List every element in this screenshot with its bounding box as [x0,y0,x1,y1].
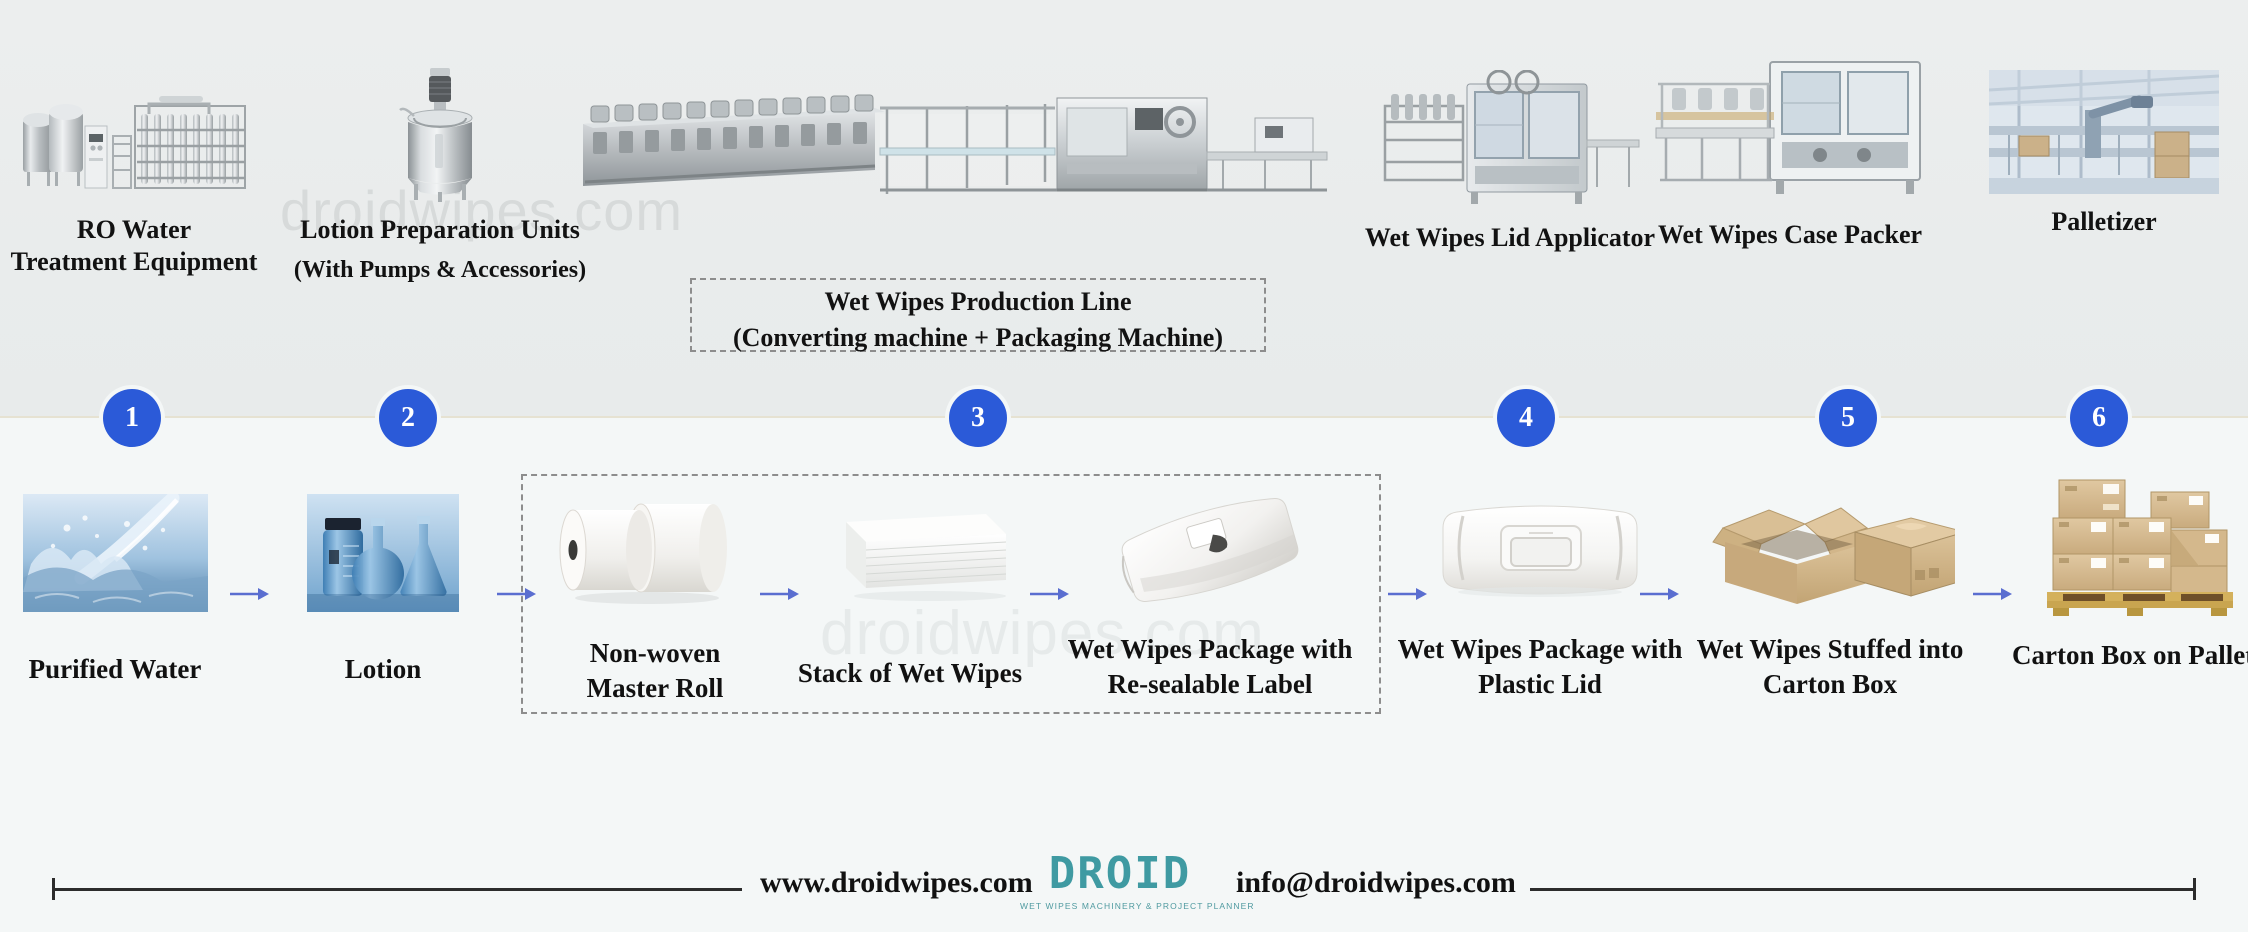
machine-cell-3 [560,78,1380,238]
nonwoven-master-roll-image [555,484,755,614]
product-cell-stack-of-wet-wipes: Stack of Wet Wipes [795,508,1025,691]
product-label-8: Carton Box on Pallet [2012,640,2248,670]
machine-cell-4: Wet Wipes Lid Applicator [1360,70,1660,254]
wet-wipes-production-line-image [575,78,1365,238]
product-label-7-line2: Carton Box [1762,668,1898,699]
wet-wipes-lid-applicator-image [1375,70,1645,210]
step-circle-1[interactable]: 1 [103,389,161,447]
footer: www.droidwipes.com DROID WET WIPES MACHI… [0,846,2248,932]
flow-arrow-1 [230,586,270,602]
machine-label-3-line2: (Converting machine + Packaging Machine) [732,323,1223,353]
product-label-6-line2: Plastic Lid [1478,668,1602,699]
machine-label-1-line1: RO Water [76,215,192,244]
product-label-7-line1: Wet Wipes Stuffed into [1696,634,1964,664]
ro-water-treatment-equipment-image [9,84,259,200]
wet-wipes-package-plastic-lid-image [1435,484,1645,616]
step-number-5: 5 [1841,402,1855,433]
droid-logo: DROID WET WIPES MACHINERY & PROJECT PLAN… [1020,848,1255,912]
step-number-4: 4 [1519,402,1533,433]
flow-arrow-4 [1030,586,1070,602]
footer-rule-right [1530,888,2196,891]
footer-rule-right-cap [2193,878,2196,900]
machine-cell-1: RO Water Treatment Equipment [0,84,268,278]
droid-logo-tagline: WET WIPES MACHINERY & PROJECT PLANNER [1020,901,1255,911]
product-label-3-line2: Master Roll [586,672,724,703]
step-circle-3[interactable]: 3 [949,389,1007,447]
step-number-2: 2 [401,402,415,433]
product-label-5-line2: Re-sealable Label [1107,668,1313,699]
product-label-2: Lotion [344,654,422,684]
palletizer-image [1989,70,2219,194]
wet-wipes-package-resealable-label-image [1105,484,1315,616]
step-circle-4[interactable]: 4 [1497,389,1555,447]
product-label-3-line1: Non-woven [589,638,721,668]
machine-cell-6: Palletizer [1960,70,2248,238]
machine-label-4-line1: Wet Wipes Lid Applicator [1364,223,1656,252]
product-cell-nonwoven-master-roll: Non-woven Master Roll [545,484,765,705]
footer-website[interactable]: www.droidwipes.com [760,866,1033,900]
product-label-1: Purified Water [28,654,202,684]
machine-label-2-line2: (With Pumps & Accessories) [293,257,587,284]
product-cell-carton-on-pallet: Carton Box on Pallet [2012,474,2248,673]
carton-box-on-pallet-image [2023,474,2238,624]
product-label-5-line1: Wet Wipes Package with [1067,634,1353,664]
product-cell-lotion: Lotion [278,494,488,687]
footer-rule-left [52,888,742,891]
lotion-preparation-tank-image [380,62,500,202]
step-number-6: 6 [2092,402,2106,433]
product-cell-package-resealable-label: Wet Wipes Package with Re-sealable Label [1060,484,1360,701]
product-cell-carton-box: Wet Wipes Stuffed into Carton Box [1680,484,1980,701]
step-circle-6[interactable]: 6 [2070,389,2128,447]
machine-label-1-line2: Treatment Equipment [10,247,258,277]
machine-label-3-line1: Wet Wipes Production Line [824,287,1132,316]
step-circle-2[interactable]: 2 [379,389,437,447]
lotion-bottles-image [307,494,459,612]
wet-wipes-carton-box-image [1705,484,1955,616]
step-circle-5[interactable]: 5 [1819,389,1877,447]
machine-label-3: Wet Wipes Production Line (Converting ma… [690,286,1266,354]
flow-arrow-2 [497,586,537,602]
flow-arrow-5 [1388,586,1428,602]
droid-logo-wordmark: DROID [1048,848,1192,899]
flow-arrow-3 [760,586,800,602]
machines-band: droidwipes.com RO Water Treatment Equipm… [0,0,2248,418]
step-number-1: 1 [125,402,139,433]
machine-cell-2: Lotion Preparation Units (With Pumps & A… [290,62,590,286]
machine-cell-5: Wet Wipes Case Packer [1640,54,1940,251]
product-label-4: Stack of Wet Wipes [797,658,1023,688]
flow-arrow-6 [1640,586,1680,602]
stack-of-wet-wipes-image [810,508,1010,604]
wet-wipes-case-packer-image [1650,54,1930,209]
step-number-3: 3 [971,402,985,433]
machine-label-6-line1: Palletizer [2051,207,2157,236]
purified-water-splash-image [22,494,208,612]
footer-email[interactable]: info@droidwipes.com [1236,866,1516,900]
machine-label-2-line1: Lotion Preparation Units [300,215,580,244]
product-label-6-line1: Wet Wipes Package with [1397,634,1683,664]
machine-label-5-line1: Wet Wipes Case Packer [1657,220,1923,249]
flow-arrow-7 [1973,586,2013,602]
product-cell-purified-water: Purified Water [10,494,220,687]
